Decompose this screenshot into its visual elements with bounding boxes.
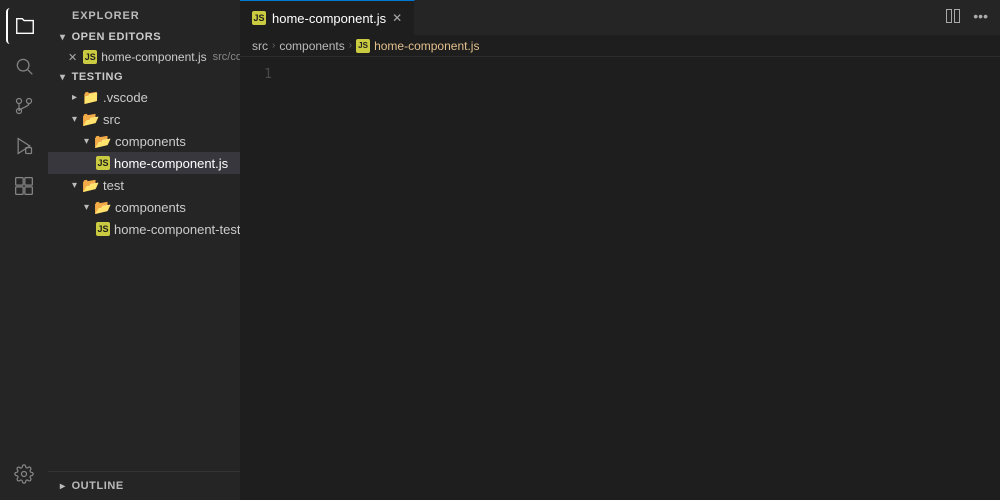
active-tab[interactable]: JS home-component.js ✕ <box>240 0 415 35</box>
home-component-file-item[interactable]: JS home-component.js <box>48 152 240 174</box>
breadcrumb-sep-2: › <box>349 40 352 51</box>
tab-filename: home-component.js <box>272 11 386 26</box>
editor-content[interactable]: 1 | <box>240 57 1000 500</box>
home-component-test-label: home-component-test.js <box>114 222 240 237</box>
src-chevron: ▾ <box>72 114 77 125</box>
test-chevron: ▾ <box>72 180 77 191</box>
testing-section[interactable]: ▾ TESTING <box>48 68 240 86</box>
open-editor-item[interactable]: ✕ JS home-component.js src/com... <box>48 46 240 68</box>
tab-js-icon: JS <box>252 11 266 25</box>
breadcrumb-file-icon: JS <box>356 39 370 53</box>
run-debug-icon[interactable] <box>6 128 42 164</box>
activity-bar <box>0 0 48 500</box>
test-components-folder-item[interactable]: ▾ 📂 components <box>48 196 240 218</box>
line-numbers: 1 <box>240 57 280 500</box>
vscode-folder-item[interactable]: ▸ 📁 .vscode <box>48 86 240 108</box>
test-folder-item[interactable]: ▾ 📂 test <box>48 174 240 196</box>
test-components-folder-label: components <box>115 200 186 215</box>
test-folder-icon: 📂 <box>83 177 99 193</box>
testing-chevron: ▾ <box>60 72 66 83</box>
open-editors-section[interactable]: ▾ OPEN EDITORS <box>48 28 240 46</box>
src-folder-icon: 📂 <box>83 111 99 127</box>
source-control-icon[interactable] <box>6 88 42 124</box>
open-editor-filename: home-component.js <box>101 50 206 64</box>
explorer-icon[interactable] <box>6 8 42 44</box>
js-file-icon: JS <box>83 50 97 64</box>
tab-bar-actions: ••• <box>941 4 1000 31</box>
vscode-chevron: ▸ <box>72 92 77 103</box>
open-editor-path: src/com... <box>213 51 240 63</box>
home-component-js-icon: JS <box>96 156 110 170</box>
test-folder-label: test <box>103 178 124 193</box>
vscode-folder-icon: 📁 <box>83 89 99 105</box>
src-folder-item[interactable]: ▾ 📂 src <box>48 108 240 130</box>
main-editor-area: JS home-component.js ✕ ••• src › compone… <box>240 0 1000 500</box>
home-component-test-file-item[interactable]: JS home-component-test.js <box>48 218 240 240</box>
line-number-1: 1 <box>240 65 272 84</box>
components-folder-item[interactable]: ▾ 📂 components <box>48 130 240 152</box>
open-editors-label: OPEN EDITORS <box>72 31 162 43</box>
breadcrumb: src › components › JS home-component.js <box>240 35 1000 57</box>
editor-code-area[interactable] <box>280 57 1000 500</box>
more-actions-button[interactable]: ••• <box>969 4 992 31</box>
settings-icon[interactable] <box>6 456 42 492</box>
home-component-test-js-icon: JS <box>96 222 110 236</box>
breadcrumb-filename[interactable]: home-component.js <box>374 39 479 53</box>
split-editor-button[interactable] <box>941 4 965 31</box>
search-icon[interactable] <box>6 48 42 84</box>
home-component-label: home-component.js <box>114 156 228 171</box>
breadcrumb-src[interactable]: src <box>252 39 268 53</box>
tab-bar: JS home-component.js ✕ ••• <box>240 0 1000 35</box>
outline-label: OUTLINE <box>72 480 124 492</box>
outline-section[interactable]: ▸ OUTLINE <box>48 476 240 496</box>
components-folder-label: components <box>115 134 186 149</box>
vscode-folder-label: .vscode <box>103 90 148 105</box>
src-folder-label: src <box>103 112 120 127</box>
components-chevron: ▾ <box>84 136 89 147</box>
sidebar: EXPLORER ▾ OPEN EDITORS ✕ JS home-compon… <box>48 0 240 500</box>
open-editors-chevron: ▾ <box>60 32 66 43</box>
close-editor-icon[interactable]: ✕ <box>68 51 77 64</box>
outline-chevron: ▸ <box>60 481 66 492</box>
breadcrumb-components[interactable]: components <box>279 39 344 53</box>
test-components-chevron: ▾ <box>84 202 89 213</box>
extensions-icon[interactable] <box>6 168 42 204</box>
testing-label: TESTING <box>72 71 124 83</box>
breadcrumb-sep-1: › <box>272 40 275 51</box>
components-folder-icon: 📂 <box>95 133 111 149</box>
sidebar-title: EXPLORER <box>48 0 240 28</box>
test-components-folder-icon: 📂 <box>95 199 111 215</box>
tab-close-button[interactable]: ✕ <box>392 11 402 25</box>
